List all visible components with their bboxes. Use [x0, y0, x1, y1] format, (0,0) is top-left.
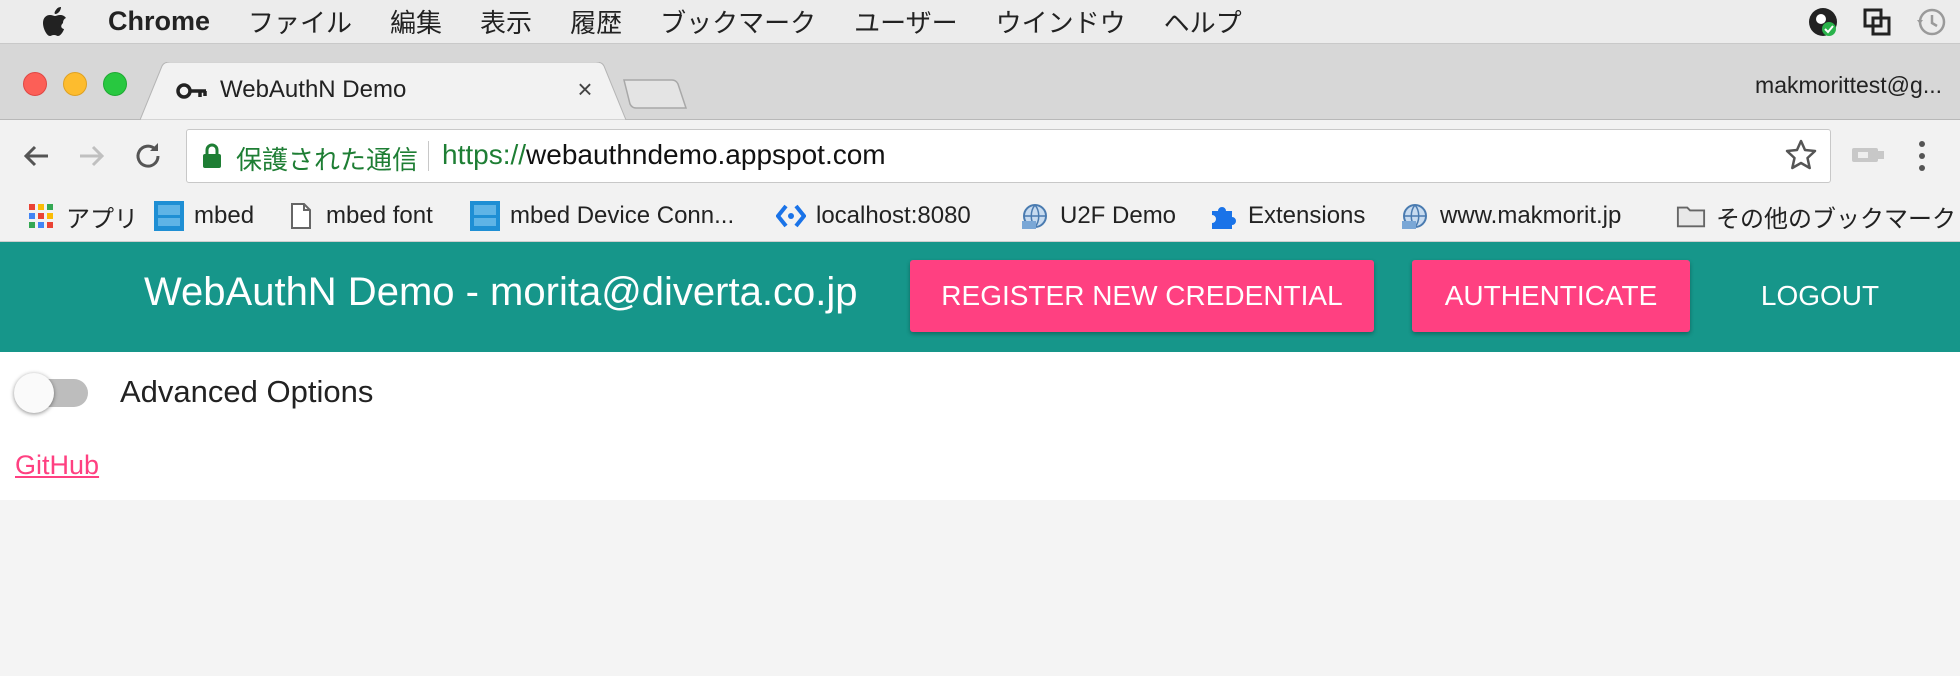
lock-icon[interactable]: [202, 143, 222, 174]
window-switch-icon[interactable]: [1860, 5, 1894, 39]
url-text[interactable]: https://webauthndemo.appspot.com: [442, 139, 886, 171]
arm-mbed-icon: [470, 201, 500, 231]
page-icon: [286, 201, 316, 231]
bookmark-apps[interactable]: アプリ: [26, 196, 138, 236]
close-window-button[interactable]: [23, 72, 47, 96]
time-machine-icon[interactable]: [1914, 5, 1948, 39]
menu-window[interactable]: ウインドウ: [996, 3, 1126, 40]
extension-icon[interactable]: [1850, 142, 1886, 168]
bookmark-label: localhost:8080: [816, 202, 971, 229]
page-title: WebAuthN Demo - morita@diverta.co.jp: [144, 270, 858, 314]
register-credential-button[interactable]: REGISTER NEW CREDENTIAL: [910, 260, 1374, 332]
address-bar[interactable]: [186, 129, 1831, 183]
reload-icon[interactable]: [128, 136, 168, 176]
bookmark-label: mbed Device Conn...: [510, 202, 735, 229]
profile-name[interactable]: makmorittest@g...: [1755, 72, 1942, 99]
forward-icon[interactable]: [72, 136, 112, 176]
menu-file[interactable]: ファイル: [248, 3, 352, 40]
key-icon: [176, 80, 208, 102]
menu-bookmarks[interactable]: ブックマーク: [660, 3, 816, 40]
bookmark-makmorit[interactable]: www.makmorit.jp: [1400, 196, 1621, 236]
maximize-window-button[interactable]: [103, 72, 127, 96]
bookmark-label: mbed font: [326, 202, 433, 229]
back-icon[interactable]: [16, 136, 56, 176]
bookmark-u2f-demo[interactable]: U2F Demo: [1020, 196, 1176, 236]
code-icon: [776, 201, 806, 231]
authenticate-button[interactable]: AUTHENTICATE: [1412, 260, 1690, 332]
bookmark-star-icon[interactable]: [1784, 138, 1818, 172]
url-host: webauthndemo.appspot.com: [526, 139, 886, 170]
close-tab-icon[interactable]: ×: [572, 76, 598, 102]
toggle-thumb[interactable]: [14, 373, 54, 413]
menu-view[interactable]: 表示: [480, 3, 532, 40]
url-scheme: https://: [442, 139, 527, 170]
bookmark-mbed-font[interactable]: mbed font: [286, 196, 433, 236]
bookmark-extensions[interactable]: Extensions: [1208, 196, 1365, 236]
bookmark-mbed[interactable]: mbed: [154, 196, 254, 236]
chrome-menu-icon[interactable]: [1912, 136, 1932, 176]
arm-mbed-icon: [154, 201, 184, 231]
menu-history[interactable]: 履歴: [570, 3, 622, 40]
bookmark-localhost[interactable]: localhost:8080: [776, 196, 971, 236]
menu-app-name[interactable]: Chrome: [108, 6, 210, 37]
bookmark-label: アプリ: [66, 205, 138, 233]
tab-title: WebAuthN Demo: [220, 76, 407, 103]
folder-icon: [1676, 201, 1706, 231]
mac-menubar: Chrome ファイル 編集 表示 履歴 ブックマーク ユーザー ウインドウ ヘ…: [0, 0, 1960, 44]
bookmark-mbed-device[interactable]: mbed Device Conn...: [470, 196, 734, 236]
puzzle-icon: [1208, 201, 1238, 231]
apple-icon[interactable]: [40, 6, 70, 37]
globe-icon: [1020, 201, 1050, 231]
bookmark-label: U2F Demo: [1060, 202, 1177, 229]
advanced-options-label[interactable]: Advanced Options: [120, 374, 373, 410]
bookmark-label: その他のブックマーク: [1716, 205, 1956, 233]
sync-status-icon[interactable]: [1806, 5, 1840, 39]
new-tab-button[interactable]: [622, 78, 688, 110]
logout-button[interactable]: LOGOUT: [1740, 260, 1900, 332]
bookmark-other-folder[interactable]: その他のブックマーク: [1676, 196, 1956, 236]
bookmark-label: mbed: [194, 202, 255, 229]
minimize-window-button[interactable]: [63, 72, 87, 96]
bookmark-label: www.makmorit.jp: [1440, 202, 1622, 229]
secure-connection-label[interactable]: 保護された通信: [236, 140, 418, 177]
menu-user[interactable]: ユーザー: [854, 3, 957, 40]
menu-help[interactable]: ヘルプ: [1164, 3, 1242, 40]
omnibox-divider: [428, 141, 429, 171]
apps-grid-icon: [26, 201, 56, 231]
bookmark-label: Extensions: [1248, 202, 1366, 229]
globe-icon: [1400, 201, 1430, 231]
menu-edit[interactable]: 編集: [390, 3, 442, 40]
github-link[interactable]: GitHub: [15, 450, 99, 481]
